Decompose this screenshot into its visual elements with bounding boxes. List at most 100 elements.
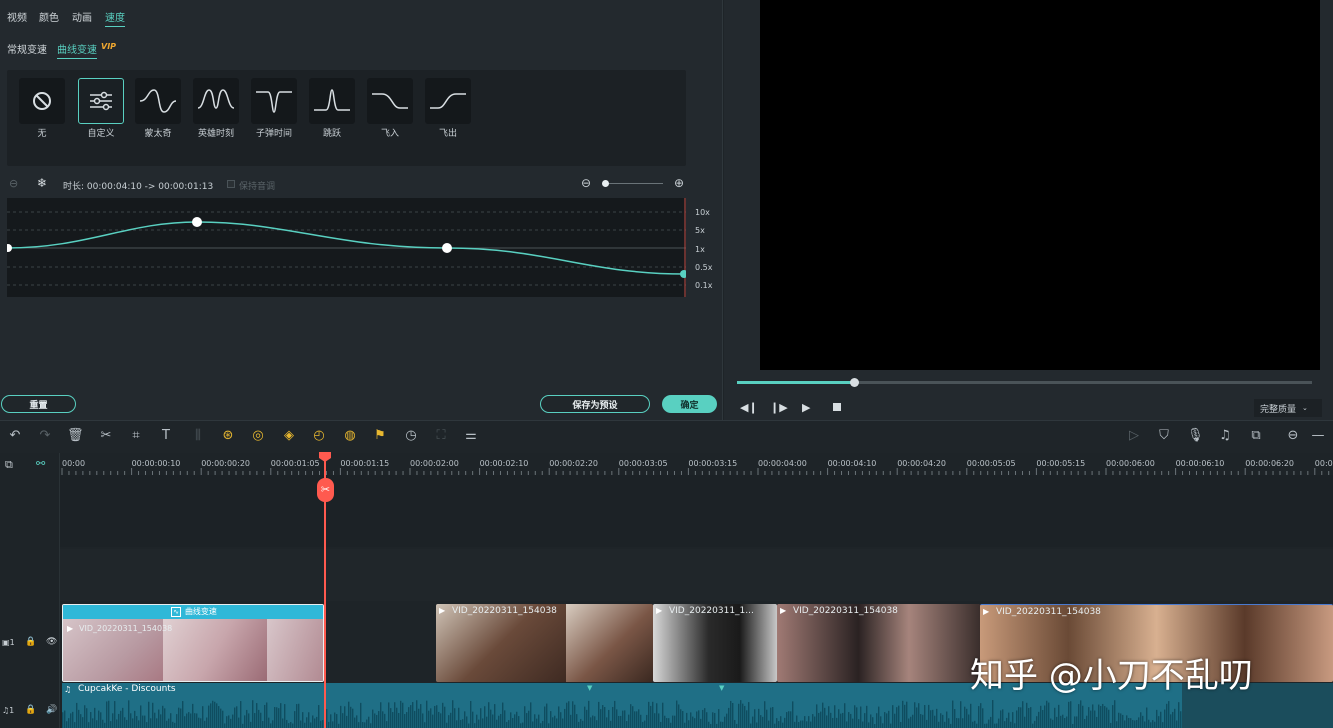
- waveform-bar: [1088, 707, 1090, 728]
- curve-point[interactable]: [680, 270, 686, 278]
- waveform-bar: [852, 718, 854, 728]
- preset-fly-in[interactable]: [367, 78, 413, 124]
- ruler-tick-label: 00:00:04:10: [828, 459, 877, 468]
- tab-color[interactable]: 颜色: [39, 9, 59, 24]
- waveform-bar: [218, 706, 220, 728]
- waveform-bar: [674, 715, 676, 728]
- waveform-bar: [1022, 701, 1024, 728]
- link-icon[interactable]: ⚯: [36, 457, 45, 470]
- clock-icon[interactable]: ◷: [403, 428, 419, 444]
- preset-hero-moment[interactable]: [193, 78, 239, 124]
- video-clip[interactable]: ▶ VID_20220311_154038: [436, 604, 653, 682]
- ai-icon[interactable]: ◎: [250, 428, 266, 444]
- waveform-bar: [1174, 708, 1176, 728]
- quality-select[interactable]: 完整质量 ⌄: [1254, 399, 1322, 417]
- waveform-bar: [886, 713, 888, 728]
- waveform-bar: [840, 713, 842, 728]
- crop-icon[interactable]: ⌗: [128, 428, 144, 444]
- microphone-icon[interactable]: 🎙: [1187, 428, 1204, 444]
- preview-progress-handle[interactable]: [850, 378, 859, 387]
- curve-point[interactable]: [7, 244, 12, 252]
- curve-point[interactable]: [192, 217, 202, 227]
- waveform-bar: [64, 710, 66, 728]
- lock-icon[interactable]: 🔒: [25, 637, 36, 647]
- tab-speed[interactable]: 速度: [105, 9, 125, 27]
- zoom-slider-handle[interactable]: [602, 180, 609, 187]
- curve-point[interactable]: [442, 243, 452, 253]
- waveform-bar: [512, 717, 514, 728]
- zoom-slider[interactable]: [603, 183, 663, 184]
- split-scissors-icon[interactable]: ✂: [317, 478, 334, 502]
- speed-icon[interactable]: ⊛: [220, 428, 236, 444]
- tab-curve-speed[interactable]: 曲线变速: [57, 41, 97, 59]
- tab-video[interactable]: 视频: [7, 9, 27, 24]
- waveform-bar: [342, 713, 344, 728]
- color-palette-icon[interactable]: ◍: [342, 428, 358, 444]
- eye-icon[interactable]: 👁: [46, 637, 57, 647]
- ok-button[interactable]: 确定: [662, 395, 717, 413]
- video-clip[interactable]: ▶ VID_20220311_154038: [777, 604, 980, 682]
- waveform-bar: [894, 713, 896, 728]
- play-icon[interactable]: ▶: [802, 401, 810, 414]
- undo-icon[interactable]: ↶: [7, 428, 23, 444]
- shield-icon[interactable]: ⛉: [1156, 428, 1172, 444]
- video-clip[interactable]: ∿ 曲线变速 ▶ VID_20220311_154038: [62, 604, 324, 682]
- waveform-bar: [460, 719, 462, 728]
- track-header-column: [0, 453, 60, 728]
- fit-icon[interactable]: ⛶: [433, 428, 449, 444]
- waveform-bar: [908, 718, 910, 728]
- zoom-bar-icon[interactable]: —: [1310, 428, 1326, 444]
- stop-icon[interactable]: [833, 403, 841, 411]
- keyframe-icon[interactable]: ◈: [281, 428, 297, 444]
- ruler-tick-label: 00:00:05:15: [1036, 459, 1085, 468]
- preset-jump[interactable]: [309, 78, 355, 124]
- lock-icon[interactable]: 🔒: [25, 705, 36, 715]
- delete-icon[interactable]: 🗑: [67, 428, 84, 444]
- marker-icon[interactable]: ⚑: [372, 428, 388, 444]
- tab-animation[interactable]: 动画: [72, 9, 92, 24]
- waveform-bar: [488, 702, 490, 728]
- preset-montage[interactable]: [135, 78, 181, 124]
- waveform-bar: [152, 702, 154, 728]
- redo-icon[interactable]: ↷: [37, 428, 53, 444]
- next-frame-icon[interactable]: ❙▶: [770, 401, 788, 414]
- speaker-icon[interactable]: 🔊: [46, 705, 57, 715]
- timeline-ruler[interactable]: 00:00 00:00:00:10 00:00:00:20 00:00:01:05 00…: [60, 455, 1333, 475]
- preset-bullet-time[interactable]: [251, 78, 297, 124]
- audio-split-icon[interactable]: ⫼: [190, 428, 206, 444]
- speed-curve-graph[interactable]: [7, 198, 686, 297]
- save-preset-button[interactable]: 保存为预设: [540, 395, 650, 413]
- zoom-in-icon[interactable]: ⊕: [674, 176, 684, 190]
- speed-axis-label: 5x: [695, 226, 705, 235]
- waveform-bar: [530, 702, 532, 728]
- beat-marker-icon[interactable]: ▼: [719, 684, 724, 692]
- waveform-bar: [254, 713, 256, 728]
- delete-point-icon[interactable]: ⊖: [9, 177, 18, 190]
- snap-icon[interactable]: ⧉: [1248, 428, 1264, 444]
- beat-marker-icon[interactable]: ▼: [587, 684, 592, 692]
- reset-button[interactable]: 重置: [1, 395, 76, 413]
- waveform-bar: [1156, 709, 1158, 728]
- video-clip[interactable]: ▶ VID_20220311_1...: [653, 604, 777, 682]
- text-icon[interactable]: T: [158, 428, 174, 444]
- preset-fly-out[interactable]: [425, 78, 471, 124]
- music-list-icon[interactable]: ♫: [1217, 428, 1233, 444]
- freeze-frame-icon[interactable]: ❄: [37, 176, 47, 190]
- add-track-icon[interactable]: ⧉: [5, 458, 13, 472]
- adjust-icon[interactable]: ⚌: [463, 428, 479, 444]
- waveform-bar: [566, 702, 568, 728]
- cut-icon[interactable]: ✂: [98, 428, 114, 444]
- waveform-bar: [382, 711, 384, 728]
- waveform-bar: [170, 713, 172, 728]
- tab-normal-speed[interactable]: 常规变速: [7, 41, 47, 56]
- preset-none[interactable]: [19, 78, 65, 124]
- keep-pitch-checkbox[interactable]: [227, 180, 235, 188]
- waveform-bar: [76, 702, 78, 728]
- timer-icon[interactable]: ◴: [311, 428, 327, 444]
- render-icon[interactable]: ▷: [1126, 428, 1142, 444]
- prev-frame-icon[interactable]: ◀❙: [740, 401, 758, 414]
- zoom-out-icon[interactable]: ⊖: [581, 176, 591, 190]
- zoom-out-timeline-icon[interactable]: ⊖: [1285, 428, 1301, 444]
- waveform-bar: [964, 706, 966, 728]
- preset-custom[interactable]: [78, 78, 124, 124]
